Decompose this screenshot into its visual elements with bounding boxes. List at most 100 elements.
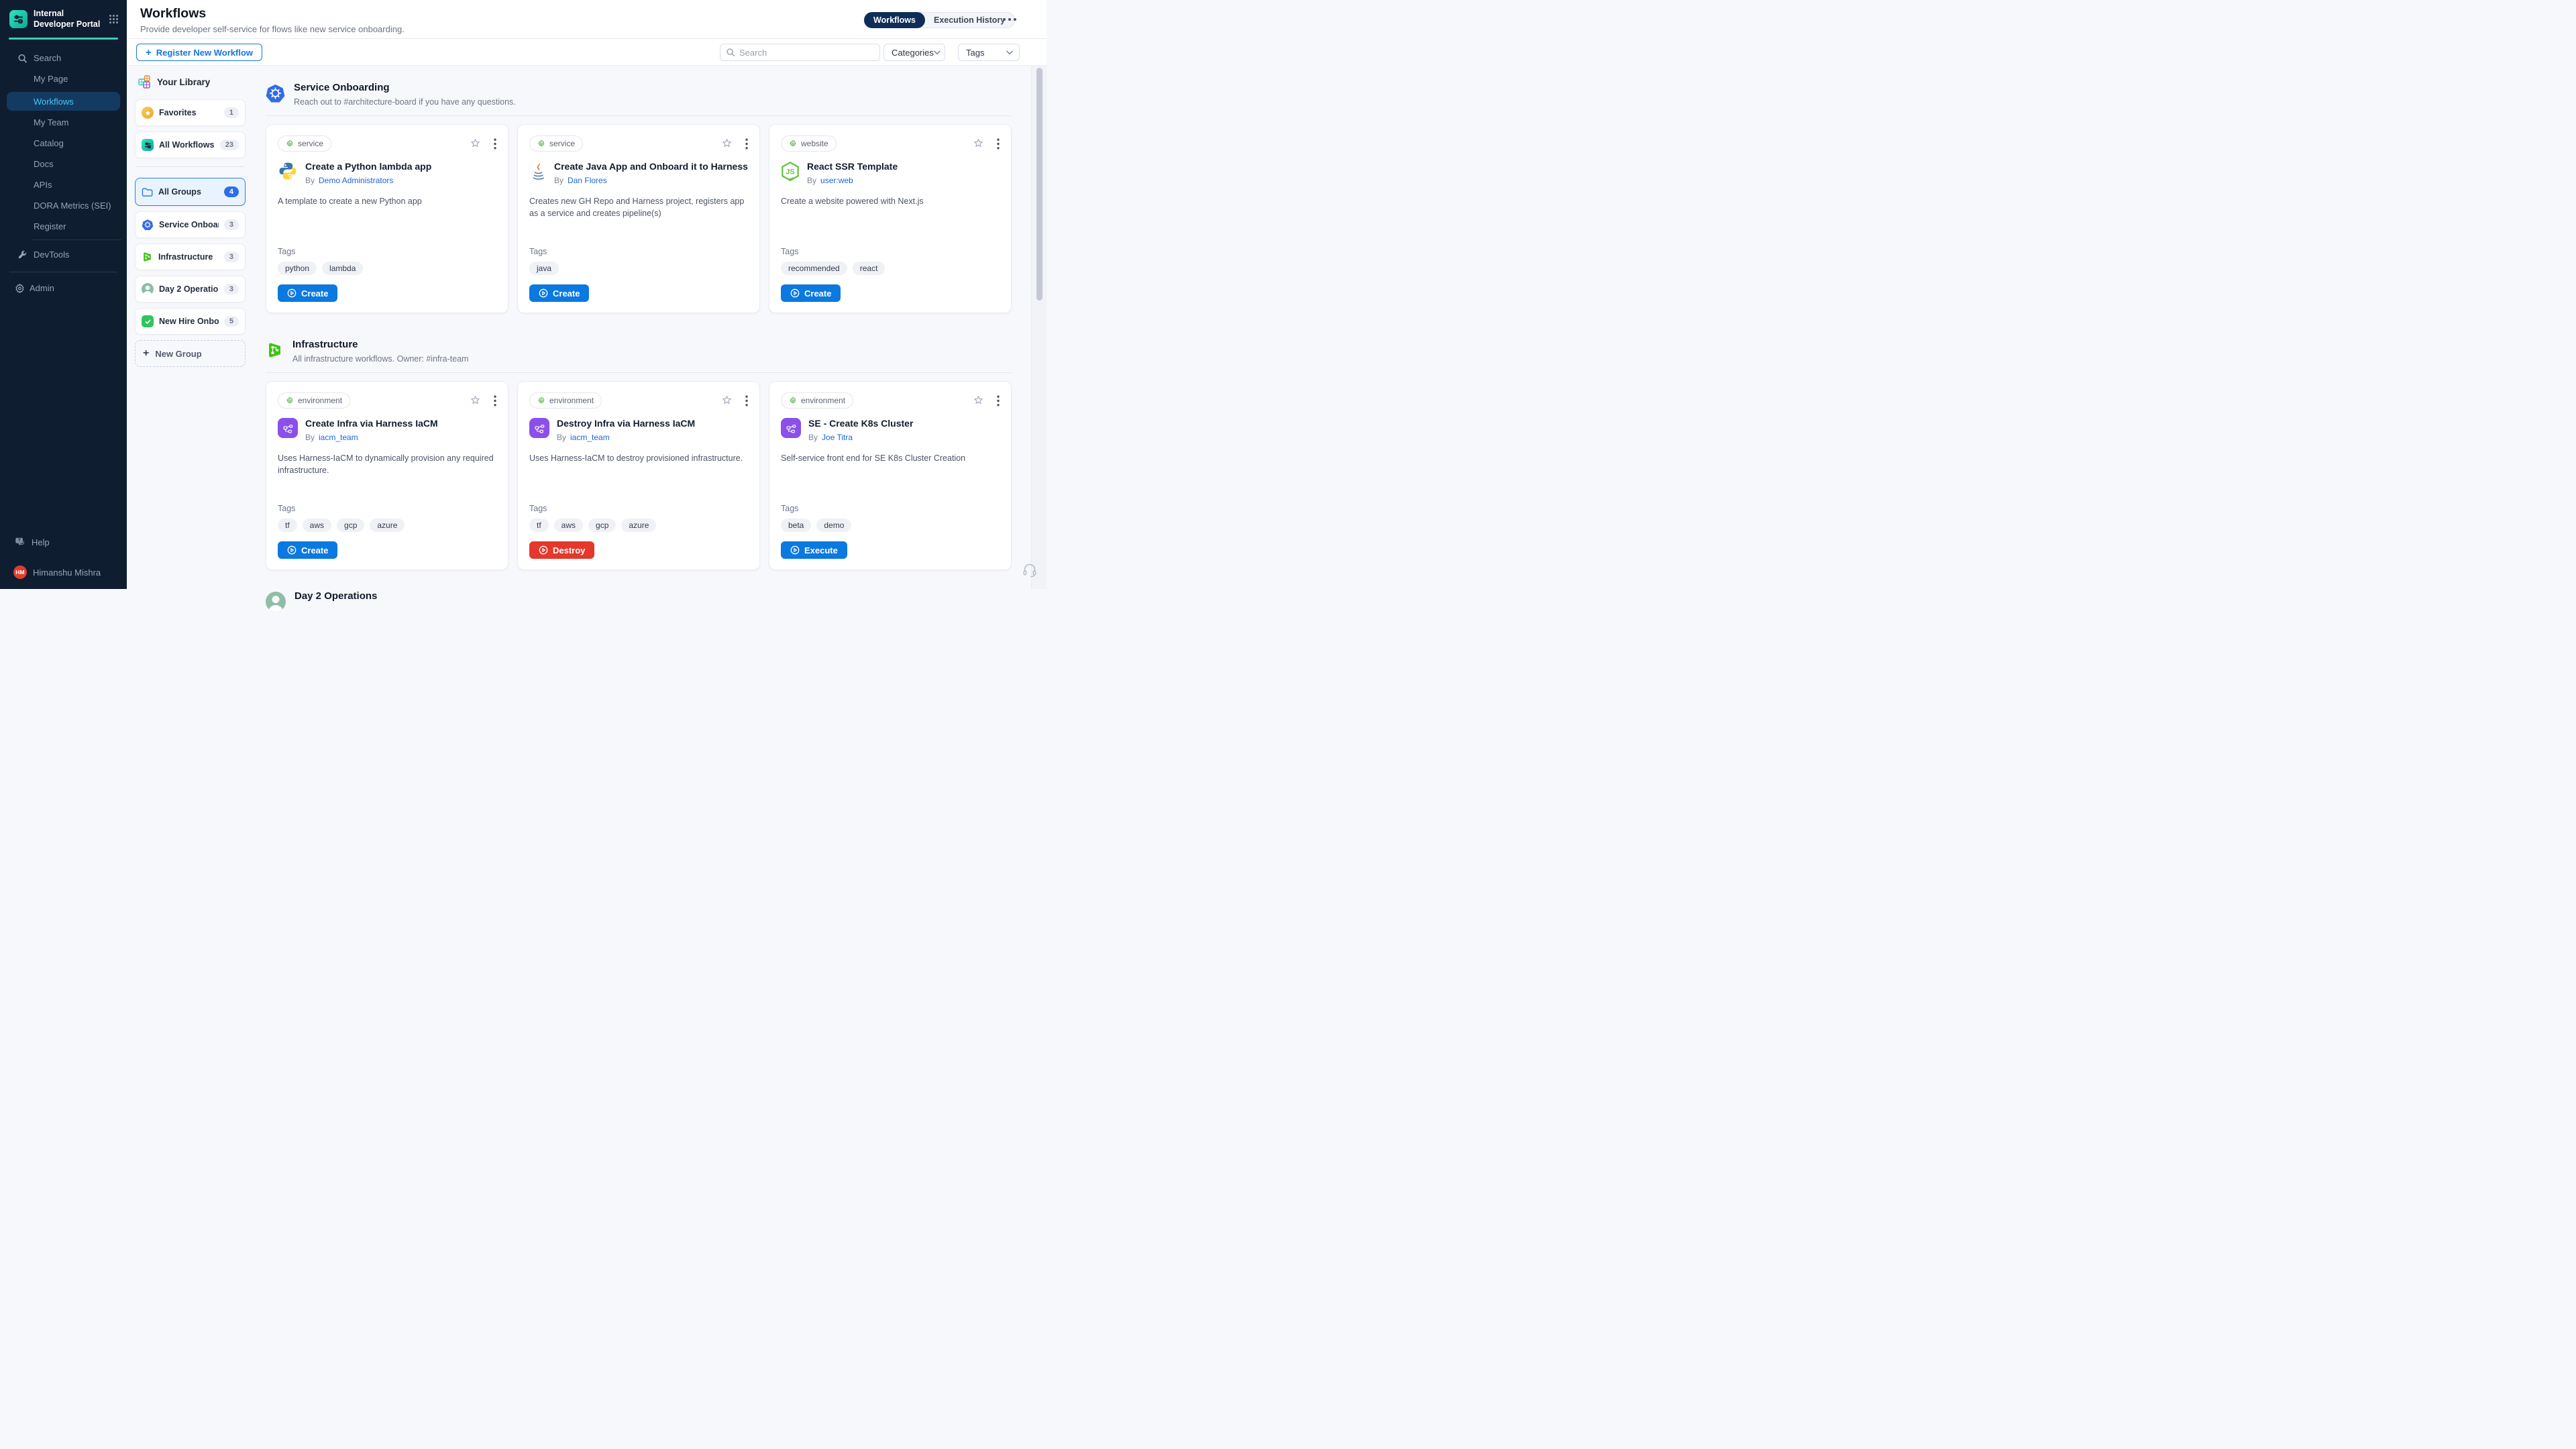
count-badge: 3 [224,284,239,294]
library-item-new-hire-onboarding[interactable]: New Hire Onboarding 5 [135,308,246,335]
favorite-star-icon[interactable] [972,394,985,407]
sidebar-item-docs[interactable]: Docs [0,156,127,172]
page-header: Workflows Provide developer self-service… [127,0,1046,39]
workflows-logo-icon [142,139,154,151]
play-circle-icon [287,288,297,298]
workflow-purple-icon [278,418,298,438]
favorite-star-icon[interactable] [972,138,985,150]
workflow-purple-icon [529,418,549,438]
person-icon [266,592,286,612]
workflow-description: Creates new GH Repo and Harness project,… [529,195,748,248]
section-header-service-onboarding: Service Onboarding Reach out to #archite… [266,82,1012,107]
gear-icon [789,140,797,148]
author-link[interactable]: iacm_team [319,433,358,442]
create-button[interactable]: Create [278,541,337,559]
sidebar-item-my-team[interactable]: My Team [0,115,127,130]
library-item-infrastructure[interactable]: Infrastructure 3 [135,244,246,270]
workflow-title: Create a Python lambda app [305,161,431,173]
section-title: Infrastructure [292,339,469,351]
count-badge: 3 [224,219,239,230]
user-menu[interactable]: HM Himanshu Mishra [0,565,127,580]
sidebar-item-catalog[interactable]: Catalog [0,136,127,151]
sidebar-item-apis[interactable]: APIs [0,177,127,193]
library-item-all-workflows[interactable]: All Workflows 23 [135,131,246,158]
author-link[interactable]: iacm_team [570,433,610,442]
create-button[interactable]: Create [529,284,589,302]
tag-pill: azure [370,519,405,532]
new-group-button[interactable]: + New Group [135,340,246,367]
create-button[interactable]: Create [278,284,337,302]
sidebar-item-search[interactable]: Search [0,50,127,66]
workflow-description: Uses Harness-IaCM to dynamically provisi… [278,452,496,504]
type-chip: website [781,136,837,152]
plus-icon: + [146,48,152,58]
page-subtitle: Provide developer self-service for flows… [140,24,405,34]
sidebar-item-dora-metrics[interactable]: DORA Metrics (SEI) [0,198,127,213]
sidebar-item-workflows[interactable]: Workflows [7,92,120,111]
execute-button[interactable]: Execute [781,541,847,559]
card-kebab-menu-icon[interactable] [494,138,496,150]
app-logo-icon [9,10,28,28]
type-chip: environment [529,392,602,409]
section-title: Day 2 Operations [294,590,377,602]
favorite-star-icon[interactable] [720,138,733,150]
help-button[interactable]: ? Help [0,535,127,549]
library-item-day2-operations[interactable]: Day 2 Operations 3 [135,276,246,303]
register-new-workflow-button[interactable]: + Register New Workflow [136,44,262,61]
search-icon [17,53,28,63]
help-label: Help [32,537,50,547]
support-headset-icon[interactable] [1022,562,1038,578]
destroy-button[interactable]: Destroy [529,541,594,559]
folder-icon [142,187,153,197]
tag-pill: demo [816,519,851,532]
scrollbar-thumb[interactable] [1036,68,1042,301]
library-item-favorites[interactable]: Favorites 1 [135,99,246,126]
tag-pill: gcp [588,519,616,532]
section-header-day2-operations: Day 2 Operations [266,590,1012,612]
categories-filter[interactable]: Categories [883,44,945,61]
favorite-star-icon[interactable] [469,138,482,150]
tab-execution-history[interactable]: Execution History [924,13,1014,28]
library-item-service-onboarding[interactable]: Service Onboarding 3 [135,211,246,238]
create-button[interactable]: Create [781,284,841,302]
tag-pill: azure [621,519,656,532]
workflow-title: Create Java App and Onboard it to Harnes… [554,161,748,173]
author-link[interactable]: Joe Titra [822,433,853,442]
author-link[interactable]: user:web [820,176,853,185]
card-kebab-menu-icon[interactable] [494,395,496,407]
header-overflow-menu-icon[interactable] [1003,18,1016,21]
sidebar-item-admin[interactable]: Admin [0,280,127,296]
author-link[interactable]: Dan Flores [568,176,607,185]
chevron-down-icon [1006,50,1013,55]
infrastructure-icon [142,251,153,263]
sidebar-item-devtools[interactable]: DevTools [0,247,127,262]
author-link[interactable]: Demo Administrators [319,176,393,185]
library-item-all-groups[interactable]: All Groups 4 [135,178,246,206]
user-avatar: HM [13,566,27,579]
workflow-card-destroy-infra: environment [517,381,760,570]
cards-row-service-onboarding: service [266,124,1012,313]
app-switcher-grid-icon[interactable] [109,14,119,24]
tab-workflows[interactable]: Workflows [864,12,925,28]
favorite-star-icon[interactable] [720,394,733,407]
kubernetes-icon [142,219,154,231]
card-kebab-menu-icon[interactable] [745,138,748,150]
count-badge: 3 [224,252,239,262]
count-badge: 23 [220,140,239,150]
section-title: Service Onboarding [294,82,516,94]
favorite-star-icon[interactable] [469,394,482,407]
play-circle-icon [539,288,548,298]
card-kebab-menu-icon[interactable] [745,395,748,407]
sidebar-item-my-page[interactable]: My Page [0,71,127,87]
brand-title: Internal Developer Portal [34,9,103,30]
card-kebab-menu-icon[interactable] [997,138,1000,150]
tags-filter[interactable]: Tags [958,44,1020,61]
gear-icon [537,140,545,148]
count-badge: 1 [224,107,239,118]
search-input[interactable] [739,48,874,58]
card-kebab-menu-icon[interactable] [997,395,1000,407]
tag-pill: beta [781,519,811,532]
sidebar-item-register[interactable]: Register [0,219,127,234]
workflow-description: A template to create a new Python app [278,195,496,248]
tags-label: Tags [278,247,496,256]
